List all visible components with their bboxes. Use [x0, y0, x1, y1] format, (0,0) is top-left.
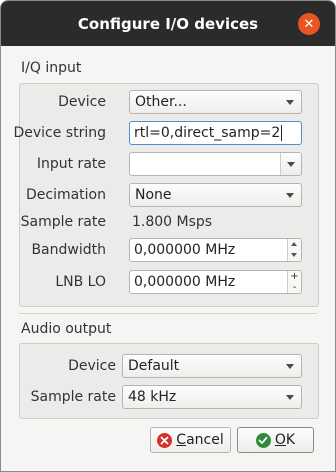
decimation-combo[interactable]: None: [129, 183, 302, 207]
iq-device-label: Device: [58, 94, 106, 110]
dialog-title: Configure I/O devices: [77, 14, 259, 33]
audio-section-title: Audio output: [21, 321, 112, 337]
text-cursor: [281, 125, 283, 141]
close-icon: ✕: [303, 16, 315, 32]
cancel-button[interactable]: Cancel: [150, 427, 231, 453]
chevron-down-icon: [287, 162, 295, 167]
bandwidth-spinbox[interactable]: 0,000000 MHz: [129, 238, 302, 262]
bandwidth-value: 0,000000 MHz: [134, 242, 236, 258]
ok-button[interactable]: OK: [237, 427, 314, 453]
sample-rate-value: 1.800 Msps: [132, 214, 213, 230]
device-string-input[interactable]: rtl=0,direct_samp=2: [129, 121, 302, 145]
dialog-window: Configure I/O devices ✕ I/Q input Device…: [0, 0, 336, 472]
input-rate-label: Input rate: [36, 156, 106, 172]
device-string-label: Device string: [13, 125, 106, 141]
iq-device-combo[interactable]: Other...: [129, 90, 302, 114]
sample-rate-label: Sample rate: [20, 214, 106, 230]
ok-label-rest: K: [285, 432, 296, 448]
chevron-down-icon: [286, 193, 294, 198]
ok-label: OK: [275, 432, 295, 448]
input-rate-dropdown-button[interactable]: [280, 153, 301, 175]
decimation-value: None: [135, 187, 172, 203]
close-button[interactable]: ✕: [298, 13, 320, 35]
device-string-value: rtl=0,direct_samp=2: [134, 125, 281, 141]
lnb-lo-decrement-button[interactable]: -: [288, 282, 301, 293]
iq-device-value: Other...: [135, 94, 187, 110]
cancel-label-rest: ancel: [186, 432, 224, 448]
lnb-lo-label: LNB LO: [55, 274, 106, 290]
chevron-down-icon: [286, 395, 294, 400]
audio-device-value: Default: [128, 358, 180, 374]
cancel-label: Cancel: [176, 432, 223, 448]
bandwidth-decrement-button[interactable]: [288, 250, 301, 261]
audio-device-label: Device: [68, 358, 116, 374]
bandwidth-label: Bandwidth: [31, 242, 106, 258]
audio-device-combo[interactable]: Default: [122, 354, 302, 378]
title-bar: Configure I/O devices ✕: [1, 1, 335, 46]
triangle-up-icon: [291, 242, 297, 246]
cancel-icon: [157, 432, 173, 448]
input-rate-combo[interactable]: [129, 152, 302, 176]
chevron-down-icon: [286, 100, 294, 105]
lnb-lo-value: 0,000000 MHz: [134, 274, 236, 290]
lnb-lo-spinbox[interactable]: 0,000000 MHz + -: [129, 270, 302, 294]
iq-section-title: I/Q input: [21, 60, 82, 76]
triangle-down-icon: [291, 253, 297, 257]
lnb-lo-spin-buttons: + -: [287, 271, 301, 293]
lnb-lo-increment-button[interactable]: +: [288, 271, 301, 282]
audio-sample-rate-combo[interactable]: 48 kHz: [122, 385, 302, 409]
section-divider: [19, 313, 317, 314]
ok-mnemonic: O: [274, 432, 286, 448]
chevron-down-icon: [286, 364, 294, 369]
bandwidth-increment-button[interactable]: [288, 239, 301, 250]
decimation-label: Decimation: [25, 187, 106, 203]
audio-sample-rate-label: Sample rate: [30, 389, 116, 405]
cancel-mnemonic: C: [176, 432, 187, 448]
bandwidth-spin-buttons: [287, 239, 301, 261]
checkmark-icon: [255, 432, 271, 448]
audio-sample-rate-value: 48 kHz: [128, 389, 177, 405]
iq-input-group: Device Other... Device string rtl=0,dire…: [13, 83, 319, 307]
audio-output-group: Device Default Sample rate 48 kHz: [19, 343, 319, 419]
